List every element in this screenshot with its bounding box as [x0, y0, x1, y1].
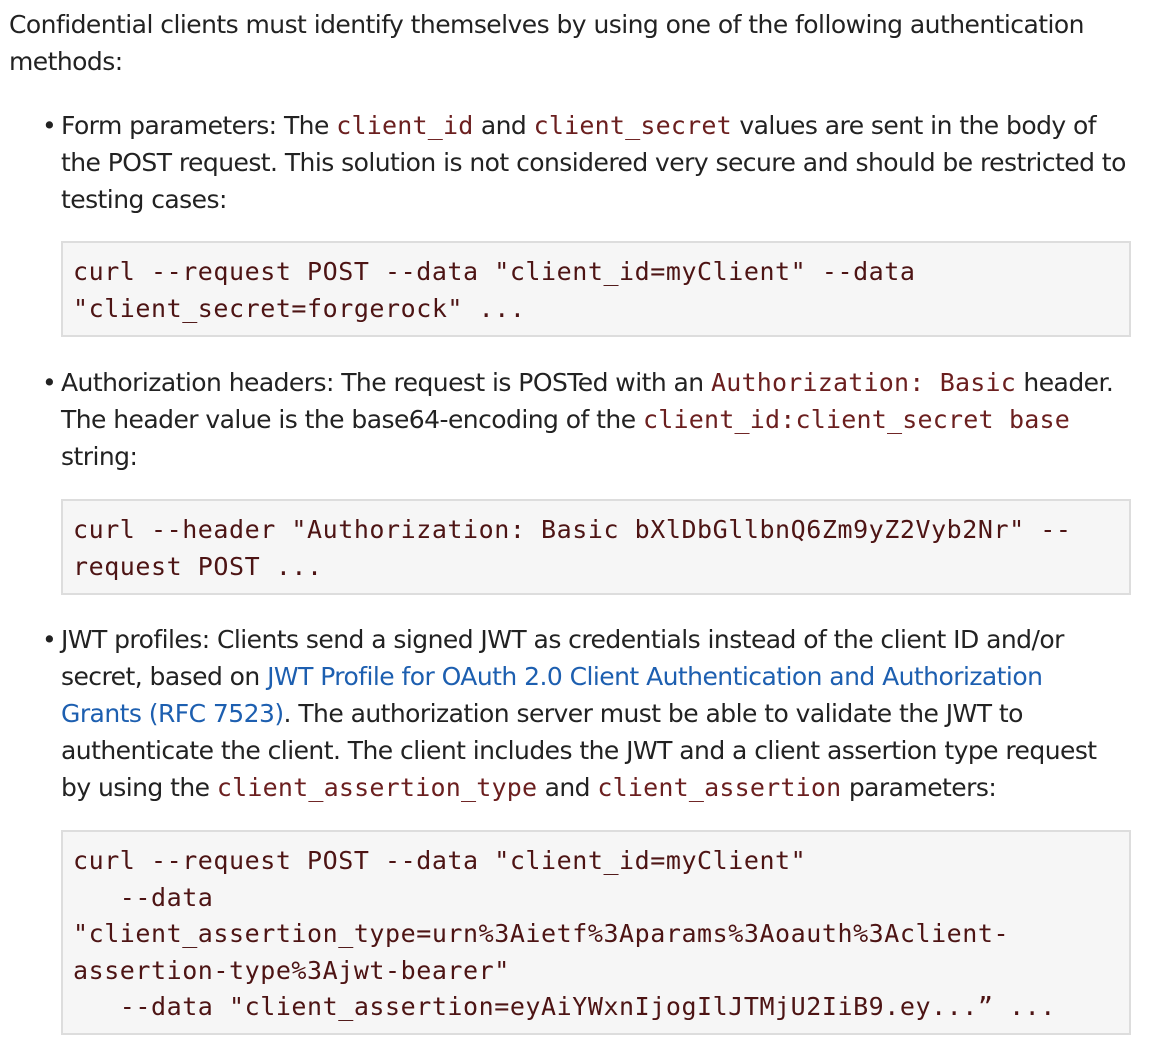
code-line: "client_secret=forgerock" ... [73, 293, 526, 323]
list-item-jwt-profiles: • JWT profiles: Clients send a signed JWT… [42, 621, 1126, 806]
list-item-form-parameters: • Form parameters: The client_id and clie… [42, 107, 1126, 218]
list-item-authorization-headers: • Authorization headers: The request is P… [42, 364, 1126, 475]
code-line: curl --header "Authorization: Basic bXlD… [73, 515, 1072, 544]
item-text: string: [61, 442, 138, 471]
code-line: --data "client_assertion=eyAiYWxnIjogIlJ… [73, 992, 1056, 1021]
bullet-icon: • [42, 368, 57, 397]
bullet-icon: • [42, 625, 57, 654]
code-line: curl --request POST --data "client_id=my… [73, 846, 807, 875]
code-line: assertion-type%3Ajwt-bearer" [73, 955, 510, 985]
intro-paragraph: Confidential clients must identify thems… [9, 10, 1084, 76]
inline-code-client-id-secret-base: client_id:client_secret base [642, 405, 1070, 434]
item-text: Authorization headers: The request is PO… [61, 368, 711, 397]
inline-code-client-secret: client_secret [533, 111, 732, 140]
code-line: "client_assertion_type=urn%3Aietf%3Apara… [73, 919, 1010, 948]
code-line: curl --request POST --data "client_id=my… [73, 257, 916, 286]
code-block-form-parameters: curl --request POST --data "client_id=my… [61, 241, 1131, 337]
inline-code-client-id: client_id [336, 111, 474, 140]
item-text: Form parameters: The [61, 111, 337, 140]
item-text: and [473, 111, 534, 140]
inline-code-authorization-basic: Authorization: Basic [711, 368, 1017, 397]
code-line: request POST ... [73, 551, 323, 581]
inline-code-client-assertion: client_assertion [597, 773, 842, 802]
bullet-icon: • [42, 111, 57, 140]
item-text: parameters: [841, 773, 997, 802]
inline-code-client-assertion-type: client_assertion_type [216, 773, 538, 802]
code-line: --data [73, 882, 214, 912]
code-block-authorization-header: curl --header "Authorization: Basic bXlD… [61, 499, 1131, 595]
code-block-jwt-profile: curl --request POST --data "client_id=my… [61, 830, 1131, 1035]
item-text: and [537, 773, 598, 802]
